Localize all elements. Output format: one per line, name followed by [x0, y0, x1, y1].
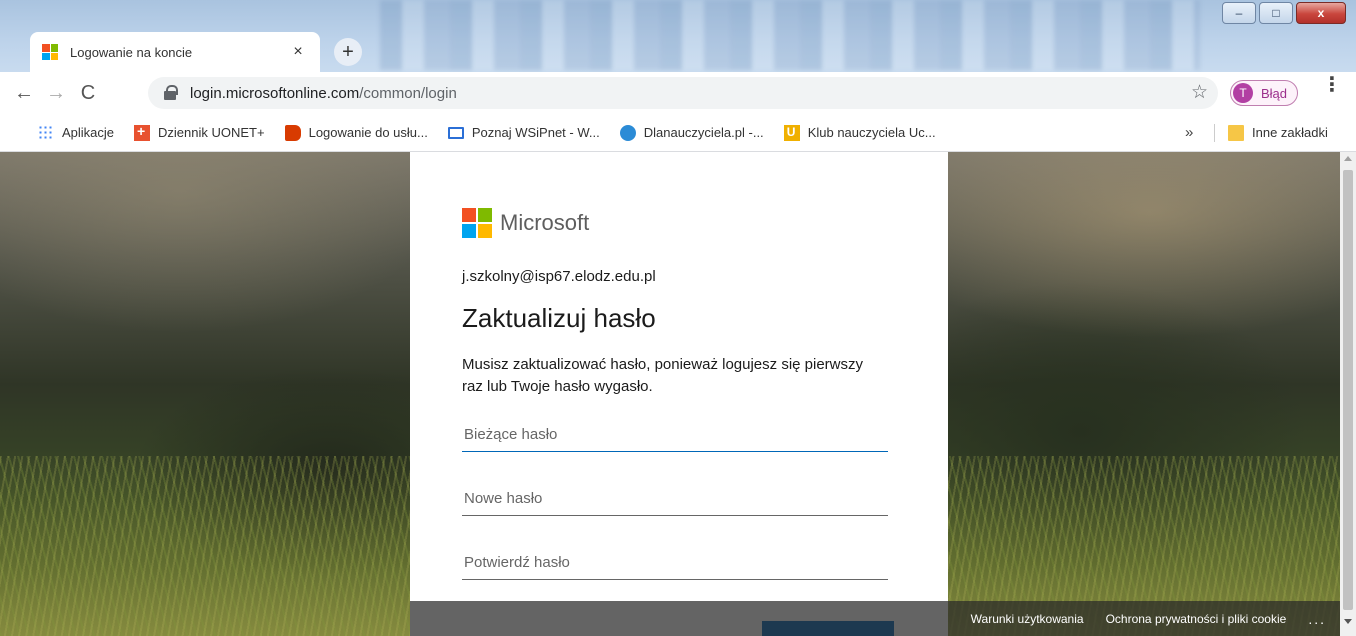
tab-title: Logowanie na koncie: [70, 44, 193, 60]
bookmarks-bar: Aplikacje Dziennik UONET+ Logowanie do u…: [0, 114, 1356, 152]
office-icon: [284, 124, 301, 141]
privacy-cookies-link[interactable]: Ochrona prywatności i pliki cookie: [1106, 612, 1287, 626]
bookmark-dlanauczyciela[interactable]: Dlanauczyciela.pl -...: [619, 124, 764, 141]
bookmark-office-login[interactable]: Logowanie do usłu...: [284, 124, 428, 141]
new-password-input[interactable]: [462, 482, 888, 516]
page-scrollbar[interactable]: [1340, 152, 1356, 636]
bookmark-label: Poznaj WSiPnet - W...: [471, 125, 600, 140]
microsoft-favicon-icon: [42, 44, 58, 60]
scroll-down-arrow-icon[interactable]: [1344, 619, 1352, 624]
bookmark-label: Dlanauczyciela.pl -...: [643, 125, 764, 140]
new-tab-button[interactable]: +: [334, 38, 362, 66]
browser-toolbar: ← → C login.microsoftonline.com/common/l…: [0, 72, 1356, 114]
current-password-input[interactable]: [462, 418, 888, 452]
bookmark-star-icon[interactable]: ☆: [1191, 81, 1208, 104]
close-window-button[interactable]: x: [1296, 2, 1346, 24]
uonet-icon: [134, 123, 151, 141]
klub-icon: [783, 124, 800, 141]
update-password-description: Musisz zaktualizować hasło, ponieważ log…: [462, 356, 864, 395]
background-window-blur: [380, 0, 1200, 70]
maximize-button[interactable]: □: [1259, 2, 1293, 24]
bookmark-uonet[interactable]: Dziennik UONET+: [134, 123, 265, 141]
avatar: T: [1233, 83, 1253, 103]
window-titlebar: – □ x Logowanie na koncie × +: [0, 0, 1356, 72]
globe-icon: [619, 124, 636, 141]
lock-icon[interactable]: [164, 85, 178, 101]
tab-close-icon[interactable]: ×: [288, 43, 308, 61]
url-text[interactable]: login.microsoftonline.com/common/login: [190, 85, 457, 102]
page-footer: Warunki użytkowania Ochrona prywatności …: [410, 601, 1340, 636]
profile-error-label: Błąd: [1261, 85, 1288, 101]
scroll-up-arrow-icon[interactable]: [1344, 156, 1352, 161]
window-controls: – □ x: [1222, 2, 1346, 24]
confirm-password-input[interactable]: [462, 546, 888, 580]
microsoft-logo: Microsoft: [462, 208, 892, 238]
reload-button[interactable]: C: [72, 77, 104, 109]
account-identity: j.szkolny@isp67.elodz.edu.pl: [462, 268, 656, 285]
back-button[interactable]: ←: [8, 77, 40, 109]
bookmark-label: Logowanie do usłu...: [308, 125, 428, 140]
wsip-icon: [447, 126, 464, 139]
bookmark-label: Inne zakładki: [1252, 125, 1328, 140]
login-card: Microsoft j.szkolny@isp67.elodz.edu.pl Z…: [410, 152, 948, 636]
minimize-button[interactable]: –: [1222, 2, 1256, 24]
url-path: /common/login: [359, 84, 457, 102]
page-title: Zaktualizuj hasło: [462, 303, 656, 333]
other-bookmarks-folder[interactable]: Inne zakładki: [1228, 124, 1328, 141]
apps-icon: [38, 124, 54, 141]
folder-icon: [1228, 124, 1244, 141]
bookmarks-overflow-button[interactable]: »: [1185, 124, 1193, 141]
bookmark-klub-nauczyciela[interactable]: Klub nauczyciela Uc...: [783, 124, 936, 141]
profile-button[interactable]: T Błąd: [1230, 80, 1299, 106]
bookmark-label: Aplikacje: [62, 125, 115, 140]
scroll-thumb[interactable]: [1343, 170, 1353, 610]
forward-button[interactable]: →: [40, 77, 72, 109]
bookmark-apps[interactable]: Aplikacje: [38, 124, 115, 141]
bookmark-label: Dziennik UONET+: [158, 125, 265, 140]
bookmark-label: Klub nauczyciela Uc...: [807, 125, 936, 140]
brand-name: Microsoft: [500, 210, 590, 235]
footer-more-button[interactable]: ...: [1308, 611, 1326, 627]
bookmark-wsipnet[interactable]: Poznaj WSiPnet - W...: [447, 125, 600, 140]
url-host: login.microsoftonline.com: [190, 84, 360, 102]
bookmarks-separator: [1214, 124, 1215, 142]
browser-tab-active[interactable]: Logowanie na koncie ×: [30, 32, 320, 72]
browser-menu-icon[interactable]: ⋮: [1322, 75, 1342, 95]
microsoft-logo-icon: [462, 208, 492, 238]
terms-of-use-link[interactable]: Warunki użytkowania: [971, 612, 1084, 626]
address-bar[interactable]: login.microsoftonline.com/common/login ☆: [148, 77, 1218, 109]
